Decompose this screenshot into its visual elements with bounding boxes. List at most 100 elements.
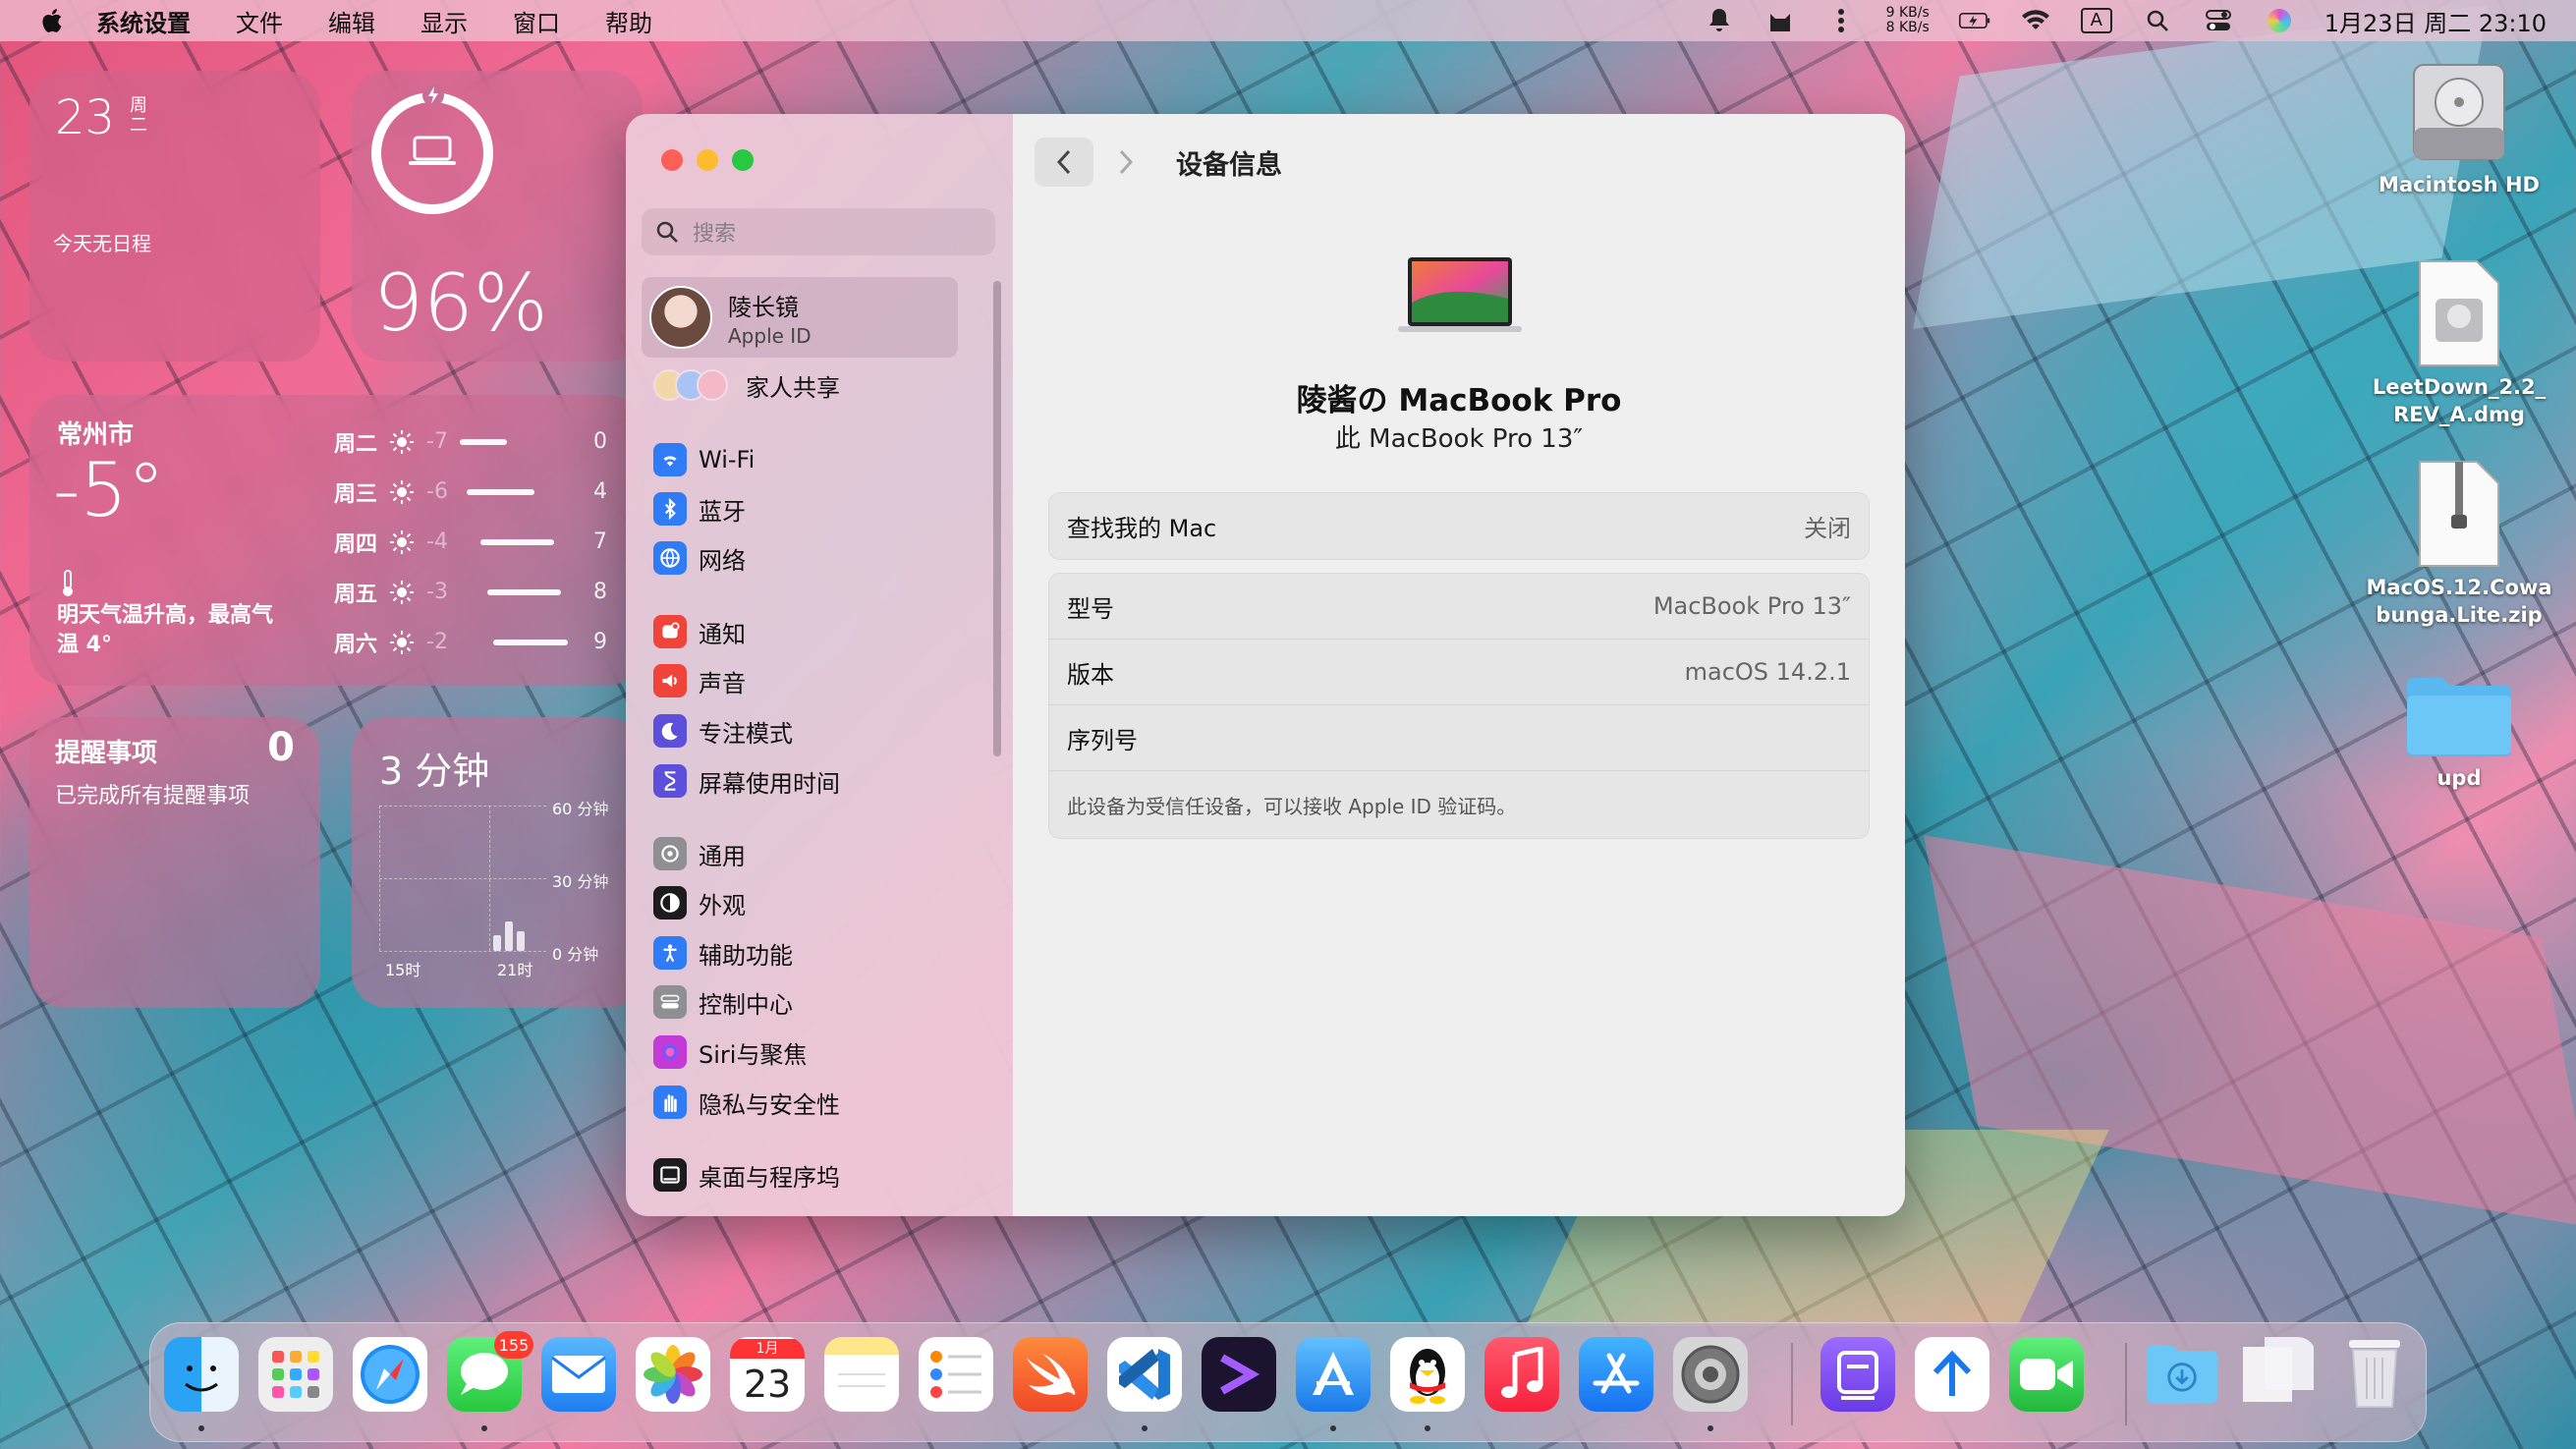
system-settings-window: 搜索 陵长镜 Apple ID 家人共享 Wi-Fi 蓝牙网络通知声音专注模式屏幕…	[626, 114, 1905, 1216]
dock-downloads-folder[interactable]	[2145, 1337, 2219, 1412]
sidebar-item-speaker[interactable]: 声音	[653, 659, 746, 702]
apple-id-account[interactable]: 陵长镜 Apple ID	[642, 277, 958, 358]
sidebar-item-family-sharing[interactable]: 家人共享	[653, 365, 840, 405]
dock-xcode-like[interactable]	[1296, 1337, 1371, 1412]
video-camera-icon	[2020, 1359, 2073, 1390]
dock-purple-app[interactable]	[1820, 1337, 1895, 1412]
net-upload: 9 KB/s	[1885, 5, 1930, 21]
sidebar-item-bluetooth[interactable]: 蓝牙	[653, 487, 746, 530]
sidebar-item-bell[interactable]: 通知	[653, 610, 746, 653]
weather-temp: -5°	[53, 446, 165, 533]
settings-main-pane: 设备信息 陵酱の MacBook Pro 此 MacBook Pro 13″ 查…	[1013, 114, 1905, 1216]
dock-calendar[interactable]: 1月 23	[730, 1337, 805, 1412]
cat-app-icon[interactable]	[1764, 6, 1796, 35]
menu-window[interactable]: 窗口	[513, 4, 560, 38]
sidebar-item-hand[interactable]: 隐私与安全性	[653, 1081, 840, 1124]
sidebar-item-control-center[interactable]: 控制中心	[653, 980, 793, 1024]
close-window-button[interactable]	[661, 149, 683, 171]
reminders-widget[interactable]: 提醒事项 0 已完成所有提醒事项	[29, 717, 320, 1008]
dock-safari[interactable]	[353, 1337, 427, 1412]
dock-finder[interactable]	[164, 1337, 239, 1412]
weather-widget[interactable]: 常州市 -5° 明天气温升高，最高气温 4° 周二 -7 0 周三 -6 4 周四 -4 7 周五…	[29, 395, 643, 686]
back-button[interactable]	[1035, 138, 1093, 187]
dock-vscode[interactable]	[1107, 1337, 1182, 1412]
desktop-icon-macintosh-hd[interactable]: Macintosh HD	[2366, 59, 2552, 198]
sun-icon	[390, 580, 414, 604]
dock-photos[interactable]	[636, 1337, 710, 1412]
menu-help[interactable]: 帮助	[605, 4, 652, 38]
messages-badge: 155	[494, 1331, 533, 1359]
device-name: 陵酱の MacBook Pro	[1296, 383, 1622, 418]
input-method-icon[interactable]: A	[2080, 6, 2112, 35]
control-center-icon[interactable]	[2203, 6, 2234, 35]
sidebar-item-appearance[interactable]: 外观	[653, 881, 746, 924]
more-dots-icon[interactable]	[1825, 6, 1857, 35]
desktop-icon-leetdown-dmg[interactable]: LeetDown_2.2_REV_A.dmg	[2366, 259, 2552, 428]
search-icon	[656, 221, 678, 243]
dock-system-settings[interactable]	[1673, 1337, 1748, 1412]
menu-app-name[interactable]: 系统设置	[96, 4, 191, 38]
dock-transfer-app[interactable]	[1915, 1337, 1989, 1412]
calendar-widget[interactable]: 23 周二 今天无日程	[29, 71, 320, 362]
desktop-icon-cowabunga-zip[interactable]: MacOS.12.Cowabunga.Lite.zip	[2366, 460, 2552, 629]
find-my-row[interactable]: 查找我的 Mac 关闭	[1049, 493, 1869, 559]
thermometer-icon	[61, 570, 75, 597]
desktop-icon-upd-folder[interactable]: upd	[2366, 674, 2552, 792]
sidebar-item-siri[interactable]: Siri与聚焦	[653, 1031, 807, 1074]
menu-clock[interactable]: 1月23日 周二 23:10	[2324, 4, 2547, 38]
screen-time-widget[interactable]: 3 分钟 60 分钟 30 分钟 0 分钟 15时 21时	[352, 717, 643, 1008]
dock-trash[interactable]	[2337, 1337, 2412, 1412]
wifi-status-icon[interactable]	[2020, 6, 2051, 35]
dock-facetime[interactable]	[2009, 1337, 2084, 1412]
find-my-label: 查找我的 Mac	[1067, 515, 1217, 542]
zoom-window-button[interactable]	[732, 149, 754, 171]
sidebar-item-label: 桌面与程序坞	[699, 1163, 840, 1192]
sidebar-item-wifi[interactable]: Wi-Fi	[653, 438, 755, 481]
network-speed[interactable]: 9 KB/s 8 KB/s	[1886, 6, 1930, 35]
sidebar-item-globe[interactable]: 网络	[653, 536, 746, 580]
settings-search-input[interactable]: 搜索	[642, 208, 995, 255]
settings-sidebar: 搜索 陵长镜 Apple ID 家人共享 Wi-Fi 蓝牙网络通知声音专注模式屏幕…	[626, 114, 1013, 1216]
menu-edit[interactable]: 编辑	[328, 4, 375, 38]
device-details-card: 型号 MacBook Pro 13″ 版本 macOS 14.2.1 序列号 此…	[1048, 573, 1870, 839]
forward-button[interactable]	[1101, 138, 1150, 187]
siri-icon[interactable]	[2264, 6, 2295, 35]
menu-file[interactable]: 文件	[236, 4, 283, 38]
device-model-line: 此 MacBook Pro 13″	[1334, 424, 1584, 454]
calendar-day: 23	[55, 90, 116, 145]
notification-bell-icon[interactable]	[1704, 6, 1735, 35]
dock-swift-playgrounds[interactable]	[1013, 1337, 1088, 1412]
screen-time-total: 3 分钟	[379, 750, 490, 793]
menu-view[interactable]: 显示	[420, 4, 468, 38]
sidebar-item-gear[interactable]: 通用	[653, 832, 746, 875]
trash-icon	[2349, 1340, 2400, 1408]
dock-qq[interactable]	[1390, 1337, 1465, 1412]
battery-icon[interactable]	[1958, 6, 1990, 35]
minimize-window-button[interactable]	[697, 149, 718, 171]
dock-notes[interactable]	[824, 1337, 899, 1412]
apple-menu-icon[interactable]	[31, 6, 71, 35]
chevron-left-icon	[1056, 149, 1071, 175]
dock-launchpad[interactable]	[258, 1337, 333, 1412]
dock-reminders[interactable]	[919, 1337, 993, 1412]
dock-desktop-stack[interactable]	[2241, 1337, 2316, 1412]
sidebar-item-label: 通知	[699, 620, 746, 648]
running-indicator	[1708, 1425, 1713, 1431]
dock-music[interactable]	[1484, 1337, 1559, 1412]
sidebar-scrollbar[interactable]	[993, 281, 1001, 756]
dock-app-store[interactable]	[1579, 1337, 1653, 1412]
siri-icon	[653, 1035, 687, 1069]
sidebar-item-dock[interactable]: 桌面与程序坞	[653, 1153, 840, 1197]
sidebar-item-label: Siri与聚焦	[699, 1040, 808, 1069]
sidebar-item-hourglass[interactable]: 屏幕使用时间	[653, 759, 840, 803]
spotlight-search-icon[interactable]	[2142, 6, 2173, 35]
battery-widget[interactable]: 96%	[352, 71, 643, 362]
account-subtitle: Apple ID	[728, 323, 812, 348]
dock-mail[interactable]	[541, 1337, 616, 1412]
bell-icon	[653, 615, 687, 648]
reminders-title: 提醒事项	[55, 739, 158, 768]
sidebar-item-accessibility[interactable]: 辅助功能	[653, 931, 793, 975]
sidebar-item-moon[interactable]: 专注模式	[653, 709, 793, 752]
gear-icon	[653, 837, 687, 870]
dock-terminal-app[interactable]	[1202, 1337, 1276, 1412]
